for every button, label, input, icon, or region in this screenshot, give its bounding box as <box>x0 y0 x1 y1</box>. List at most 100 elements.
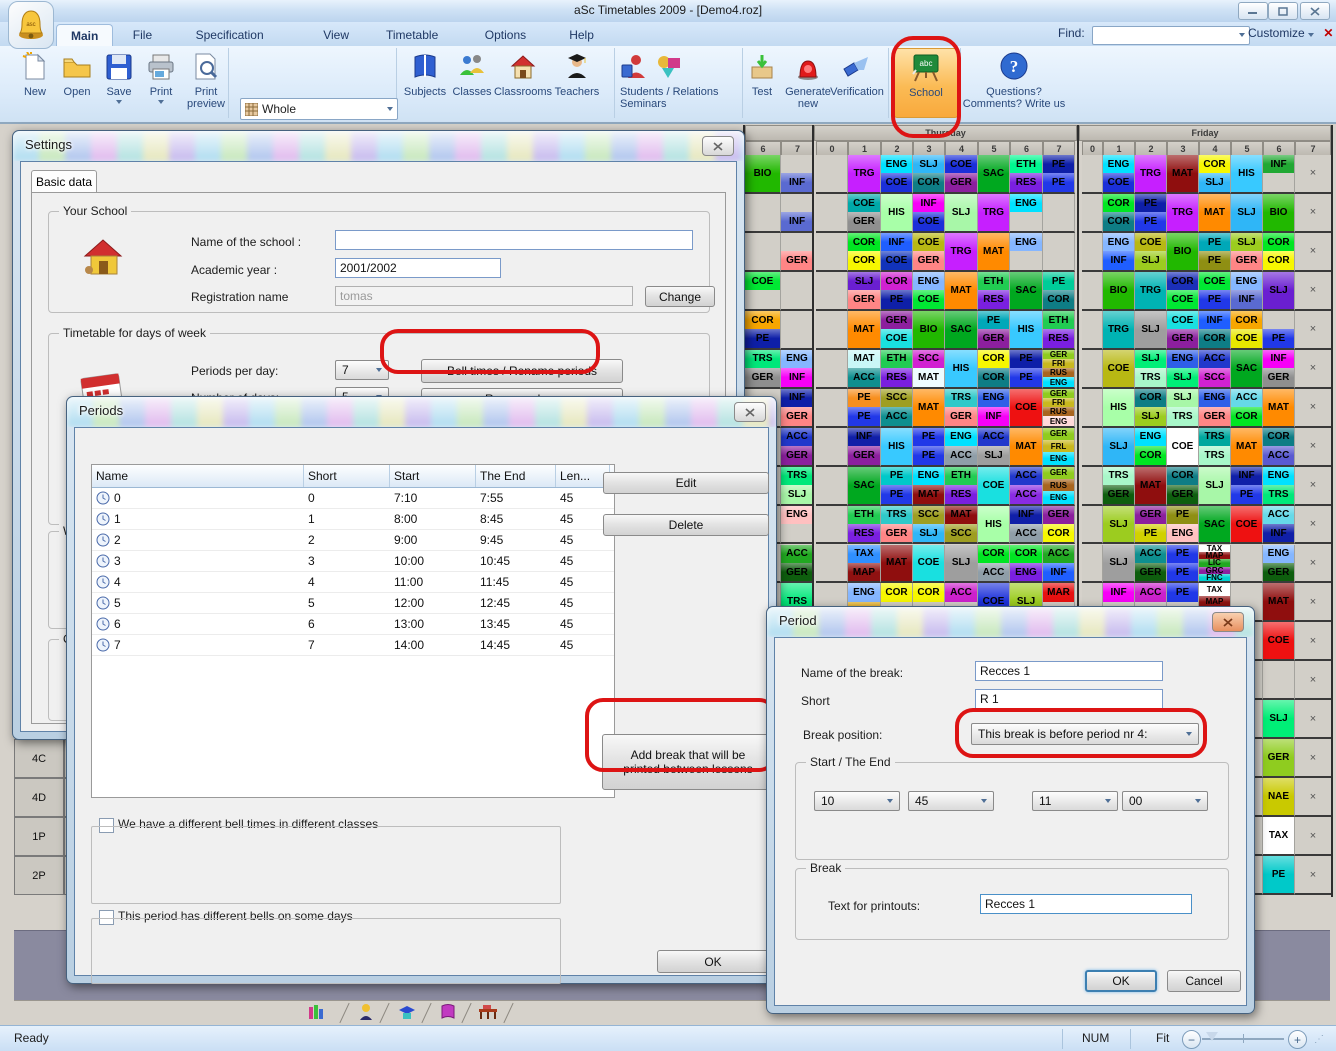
menu-tab-file[interactable]: File <box>119 24 166 46</box>
periods-dialog-titlebar[interactable]: Periods <box>67 397 776 427</box>
timetable-cell[interactable]: ENGACC <box>945 428 978 467</box>
bell-times-button[interactable]: Bell times / Rename periods <box>421 359 623 383</box>
periods-close-button[interactable] <box>734 402 766 422</box>
timetable-cell[interactable]: SLJ <box>945 545 978 584</box>
resize-grip[interactable]: ⋰ <box>1314 1034 1325 1045</box>
new-button[interactable]: New <box>16 50 54 98</box>
menu-tab-specification[interactable]: Specification <box>182 24 278 46</box>
timetable-cell[interactable]: TRSSLJ <box>781 467 814 506</box>
delete-row-button[interactable]: × <box>1295 272 1331 311</box>
timetable-cell[interactable]: MAT <box>1135 467 1167 506</box>
timetable-cell[interactable]: SLJCOR <box>913 155 945 194</box>
periods-table[interactable]: Name Short Start The End Len... 007:107:… <box>91 464 615 798</box>
timetable-cell[interactable]: MAT <box>978 233 1010 272</box>
timetable-cell[interactable]: HIS <box>1231 155 1263 194</box>
timetable-cell[interactable]: ENGINF <box>1103 233 1135 272</box>
timetable-cell[interactable]: TRSGER <box>945 389 978 428</box>
zoom-out-button[interactable]: − <box>1182 1030 1201 1049</box>
delete-row-button[interactable]: × <box>1295 817 1331 856</box>
timetable-cell[interactable] <box>1231 545 1263 584</box>
class-row-header[interactable]: 4D <box>14 778 64 817</box>
timetable-cell[interactable]: MATACC <box>848 350 881 389</box>
menu-tab-options[interactable]: Options <box>471 24 540 46</box>
timetable-cell[interactable]: GERCOE <box>881 311 913 350</box>
period-close-button[interactable] <box>1212 612 1244 632</box>
timetable-cell[interactable]: MATSCC <box>945 506 978 545</box>
menu-tab-help[interactable]: Help <box>555 24 608 46</box>
timetable-cell[interactable]: BIO <box>1103 272 1135 311</box>
customize-button[interactable]: Customize ✕ <box>1248 26 1333 40</box>
timetable-cell[interactable]: COEPE <box>1199 272 1231 311</box>
timetable-cell[interactable]: CORCOR <box>848 233 881 272</box>
timetable-cell[interactable]: SCCACC <box>881 389 913 428</box>
timetable-cell[interactable]: ACCSCC <box>1199 350 1231 389</box>
timetable-cell[interactable]: ETHRES <box>1043 311 1075 350</box>
timetable-cell[interactable] <box>816 545 848 584</box>
timetable-cell[interactable]: ETHRES <box>978 272 1010 311</box>
classrooms-button[interactable]: Classrooms <box>494 50 552 98</box>
timetable-cell[interactable]: MAT <box>848 311 881 350</box>
timetable-cell[interactable]: INFACC <box>1010 506 1043 545</box>
timetable-cell[interactable]: ENG <box>1010 233 1043 272</box>
timetable-cell[interactable]: SLJ <box>1103 506 1135 545</box>
delete-row-button[interactable]: × <box>1295 389 1331 428</box>
timetable-cell[interactable] <box>1082 428 1103 467</box>
overview-tab-icon[interactable] <box>308 1003 324 1026</box>
print-button[interactable]: Print <box>142 50 180 104</box>
timetable-cell[interactable]: HIS <box>945 350 978 389</box>
timetable-cell[interactable]: ACCGER <box>781 545 814 584</box>
timetable-cell[interactable]: MAT <box>1263 389 1295 428</box>
timetable-cell[interactable]: TRSGER <box>745 350 781 389</box>
period-row[interactable]: 118:008:4545 <box>92 509 614 530</box>
subjects-tab-icon[interactable] <box>440 1003 456 1026</box>
timetable-cell[interactable]: COEGER <box>1167 311 1199 350</box>
timetable-cell[interactable]: TRG <box>1167 194 1199 233</box>
class-row-header[interactable]: 4C <box>14 739 64 778</box>
menu-tab-view[interactable]: View <box>309 24 363 46</box>
timetable-cell[interactable]: MAT <box>1231 428 1263 467</box>
end-minute-select[interactable]: 00 <box>1122 791 1208 811</box>
timetable-cell[interactable]: MAT <box>881 545 913 584</box>
timetable-cell[interactable]: CORCOR <box>1263 233 1295 272</box>
timetable-cell[interactable]: CORACC <box>1263 428 1295 467</box>
timetable-cell[interactable] <box>816 467 848 506</box>
timetable-cell[interactable] <box>816 311 848 350</box>
timetable-cell[interactable]: SAC <box>1231 350 1263 389</box>
timetable-cell[interactable]: ACCINF <box>1043 545 1075 584</box>
timetable-cell[interactable] <box>1082 155 1103 194</box>
timetable-cell[interactable]: PEPE <box>913 428 945 467</box>
timetable-cell[interactable]: CORCOR <box>978 350 1010 389</box>
timetable-cell[interactable] <box>1082 233 1103 272</box>
timetable-cell[interactable]: GERCOR <box>1043 506 1075 545</box>
timetable-cell[interactable]: SLJ <box>1103 428 1135 467</box>
find-dropdown-icon[interactable] <box>1239 33 1245 37</box>
timetable-cell[interactable]: INFCOR <box>1199 311 1231 350</box>
delete-row-button[interactable]: × <box>1295 778 1331 817</box>
timetable-cell[interactable]: PEPE <box>881 467 913 506</box>
change-button[interactable]: Change <box>645 286 715 307</box>
timetable-cell[interactable]: SLJ <box>1263 700 1295 739</box>
timetable-cell[interactable]: PEPE <box>1043 155 1075 194</box>
menu-tab-timetable[interactable]: Timetable <box>372 24 452 46</box>
timetable-cell[interactable]: COE <box>1010 389 1043 428</box>
timetable-cell[interactable] <box>1082 350 1103 389</box>
timetable-cell[interactable]: ENGINF <box>1231 272 1263 311</box>
app-logo-bell-icon[interactable]: asc <box>8 1 54 49</box>
delete-row-button[interactable]: × <box>1295 622 1331 661</box>
timetable-cell[interactable]: BIO <box>1263 194 1295 233</box>
timetable-cell[interactable]: MAT <box>1199 194 1231 233</box>
timetable-cell[interactable] <box>781 272 814 311</box>
open-button[interactable]: Open <box>58 50 96 98</box>
timetable-cell[interactable]: SAC <box>848 467 881 506</box>
start-hour-select[interactable]: 10 <box>814 791 900 811</box>
delete-row-button[interactable]: × <box>1295 311 1331 350</box>
timetable-cell[interactable]: GERFRLENG <box>1043 428 1075 467</box>
timetable-cell[interactable]: ACCSLJ <box>978 428 1010 467</box>
teachers-tab-icon[interactable] <box>358 1003 374 1026</box>
add-break-button[interactable]: Add break that will be printed between l… <box>602 734 774 790</box>
timetable-cell[interactable]: ENGTRS <box>1263 467 1295 506</box>
timetable-cell[interactable]: CORPE <box>881 272 913 311</box>
timetable-cell[interactable]: CORCOE <box>1231 311 1263 350</box>
timetable-cell[interactable]: ENGCOE <box>881 155 913 194</box>
timetable-cell[interactable]: BIO <box>745 155 781 194</box>
